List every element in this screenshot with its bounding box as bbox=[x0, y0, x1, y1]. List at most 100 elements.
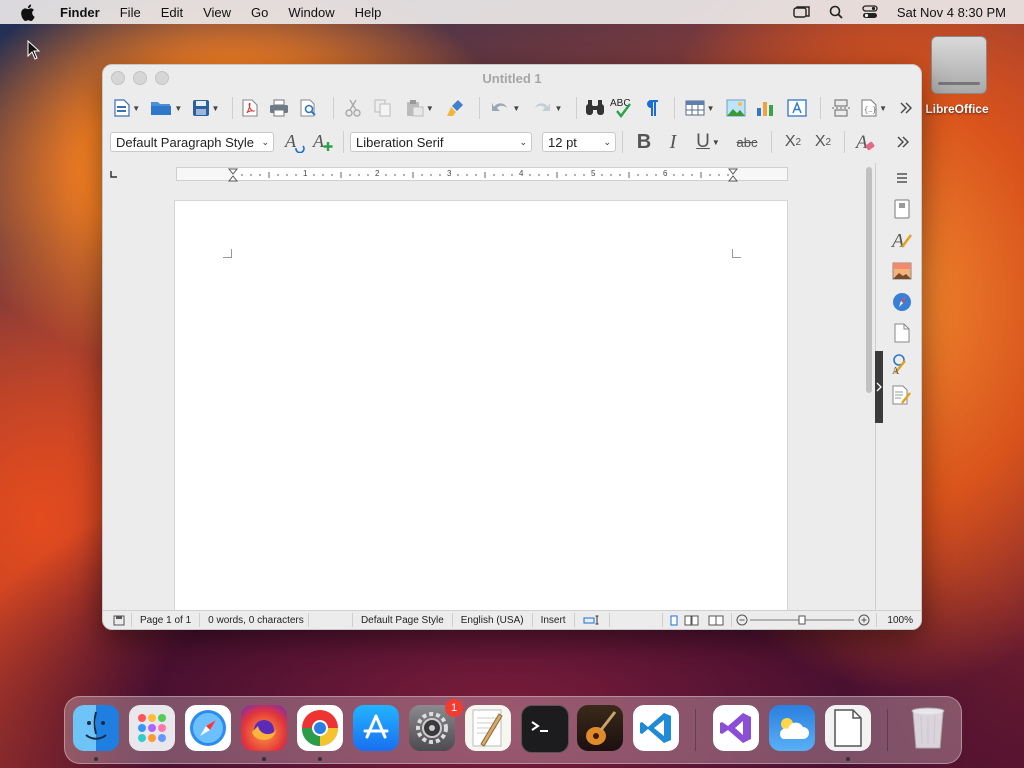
find-replace-button[interactable] bbox=[583, 95, 606, 121]
page-break-button[interactable] bbox=[827, 95, 854, 121]
sidebar-navigator-button[interactable] bbox=[891, 291, 913, 313]
document-page[interactable] bbox=[174, 200, 788, 611]
status-page[interactable]: Page 1 of 1 bbox=[132, 613, 201, 627]
sidebar-manage-changes-button[interactable] bbox=[891, 384, 913, 406]
new-style-button[interactable]: A bbox=[312, 129, 334, 155]
window-icon[interactable] bbox=[793, 5, 811, 19]
subscript-button[interactable]: X2 bbox=[811, 129, 835, 155]
sidebar-properties-button[interactable] bbox=[891, 198, 913, 220]
undo-button[interactable]: ▼ bbox=[486, 95, 524, 121]
dock-visual-studio[interactable] bbox=[713, 705, 759, 751]
superscript-button[interactable]: X2 bbox=[781, 129, 805, 155]
menu-view[interactable]: View bbox=[193, 5, 241, 20]
document-modified-icon[interactable] bbox=[103, 613, 132, 627]
chevron-down-icon[interactable]: ▼ bbox=[712, 138, 720, 147]
more-toolbar-button[interactable] bbox=[894, 95, 917, 121]
formatting-marks-button[interactable] bbox=[641, 95, 664, 121]
paste-button[interactable]: ▼ bbox=[401, 95, 439, 121]
dock-vscode[interactable] bbox=[633, 705, 679, 751]
menu-app-finder[interactable]: Finder bbox=[50, 5, 110, 20]
menu-edit[interactable]: Edit bbox=[151, 5, 193, 20]
insert-field-button[interactable]: {…} ▼ bbox=[858, 95, 890, 121]
dock-safari[interactable] bbox=[185, 705, 231, 751]
status-view-layout[interactable] bbox=[663, 613, 733, 627]
insert-table-button[interactable]: ▼ bbox=[681, 95, 719, 121]
print-button[interactable] bbox=[265, 95, 292, 121]
desktop-drive-libreoffice[interactable]: LibreOffice bbox=[925, 36, 990, 116]
more-formatting-button[interactable] bbox=[893, 129, 913, 155]
paragraph-style-select[interactable]: Default Paragraph Style ⌄ bbox=[110, 132, 274, 152]
italic-button[interactable]: I bbox=[662, 129, 684, 155]
insert-chart-button[interactable] bbox=[753, 95, 780, 121]
insert-image-button[interactable] bbox=[723, 95, 750, 121]
update-style-button[interactable]: A bbox=[284, 129, 306, 155]
status-language[interactable]: English (USA) bbox=[453, 613, 533, 627]
chevron-down-icon[interactable]: ▼ bbox=[554, 104, 562, 113]
chevron-down-icon[interactable]: ⌄ bbox=[603, 137, 611, 148]
export-pdf-button[interactable] bbox=[239, 95, 262, 121]
menu-help[interactable]: Help bbox=[345, 5, 392, 20]
menu-file[interactable]: File bbox=[110, 5, 151, 20]
font-size-select[interactable]: 12 pt ⌄ bbox=[542, 132, 616, 152]
chevron-down-icon[interactable]: ⌄ bbox=[519, 137, 527, 148]
sidebar-toggle[interactable] bbox=[875, 351, 883, 423]
chevron-down-icon[interactable]: ⌄ bbox=[261, 137, 269, 148]
redo-button[interactable]: ▼ bbox=[528, 95, 566, 121]
dock-libreoffice[interactable] bbox=[825, 705, 871, 751]
sidebar-page-button[interactable] bbox=[891, 322, 913, 344]
search-icon[interactable] bbox=[827, 5, 845, 19]
sidebar-style-inspector-button[interactable]: A bbox=[891, 353, 913, 375]
dock-firefox[interactable] bbox=[241, 705, 287, 751]
cut-button[interactable] bbox=[340, 95, 367, 121]
dock-textedit[interactable] bbox=[465, 705, 511, 751]
menubar-clock[interactable]: Sat Nov 4 8:30 PM bbox=[897, 5, 1006, 20]
clone-formatting-button[interactable] bbox=[443, 95, 470, 121]
chevron-down-icon[interactable]: ▼ bbox=[426, 104, 434, 113]
chevron-down-icon[interactable]: ▼ bbox=[879, 104, 887, 113]
dock-terminal[interactable] bbox=[521, 705, 569, 753]
vertical-scrollbar[interactable] bbox=[863, 163, 875, 611]
scrollbar-thumb[interactable] bbox=[866, 167, 872, 393]
zoom-slider[interactable] bbox=[732, 613, 876, 627]
spelling-button[interactable]: ABC bbox=[610, 95, 637, 121]
menu-window[interactable]: Window bbox=[278, 5, 344, 20]
dock-chrome[interactable] bbox=[297, 705, 343, 751]
chevron-down-icon[interactable]: ▼ bbox=[174, 104, 182, 113]
save-button[interactable]: ▼ bbox=[189, 95, 221, 121]
strikethrough-button[interactable]: abc bbox=[732, 129, 762, 155]
dock-finder[interactable] bbox=[73, 705, 119, 751]
print-preview-button[interactable] bbox=[296, 95, 323, 121]
insert-textbox-button[interactable] bbox=[784, 95, 811, 121]
sidebar-gallery-button[interactable] bbox=[891, 260, 913, 282]
dock-trash[interactable] bbox=[905, 705, 951, 751]
sidebar-menu-button[interactable] bbox=[891, 167, 913, 189]
horizontal-ruler[interactable]: 1 2 3 4 5 6 bbox=[176, 167, 788, 182]
status-word-count[interactable]: 0 words, 0 characters bbox=[200, 613, 310, 627]
tab-stop-icon[interactable] bbox=[109, 169, 119, 179]
status-insert-mode[interactable]: Insert bbox=[533, 613, 575, 627]
font-name-select[interactable]: Liberation Serif ⌄ bbox=[350, 132, 532, 152]
chevron-down-icon[interactable]: ▼ bbox=[512, 104, 520, 113]
chevron-down-icon[interactable]: ▼ bbox=[132, 104, 140, 113]
dock-launchpad[interactable] bbox=[129, 705, 175, 751]
window-titlebar[interactable]: Untitled 1 bbox=[103, 65, 921, 91]
status-page-style[interactable]: Default Page Style bbox=[353, 613, 453, 627]
dock-garageband[interactable] bbox=[577, 705, 623, 751]
new-document-button[interactable]: ▼ bbox=[111, 95, 143, 121]
menu-go[interactable]: Go bbox=[241, 5, 278, 20]
chevron-down-icon[interactable]: ▼ bbox=[212, 104, 220, 113]
control-center-icon[interactable] bbox=[861, 5, 879, 19]
status-signature[interactable] bbox=[610, 613, 664, 627]
status-zoom-value[interactable]: 100% bbox=[876, 613, 921, 627]
clear-formatting-button[interactable]: A bbox=[854, 129, 878, 155]
apple-menu-icon[interactable] bbox=[18, 3, 36, 21]
open-button[interactable]: ▼ bbox=[147, 95, 185, 121]
document-area[interactable] bbox=[103, 187, 863, 611]
sidebar-styles-button[interactable]: A bbox=[891, 229, 913, 251]
dock-system-settings[interactable]: 1 bbox=[409, 699, 463, 751]
underline-button[interactable]: U ▼ bbox=[690, 129, 726, 155]
chevron-down-icon[interactable]: ▼ bbox=[707, 104, 715, 113]
copy-button[interactable] bbox=[370, 95, 397, 121]
bold-button[interactable]: B bbox=[632, 129, 656, 155]
status-selection-mode[interactable] bbox=[575, 613, 610, 627]
